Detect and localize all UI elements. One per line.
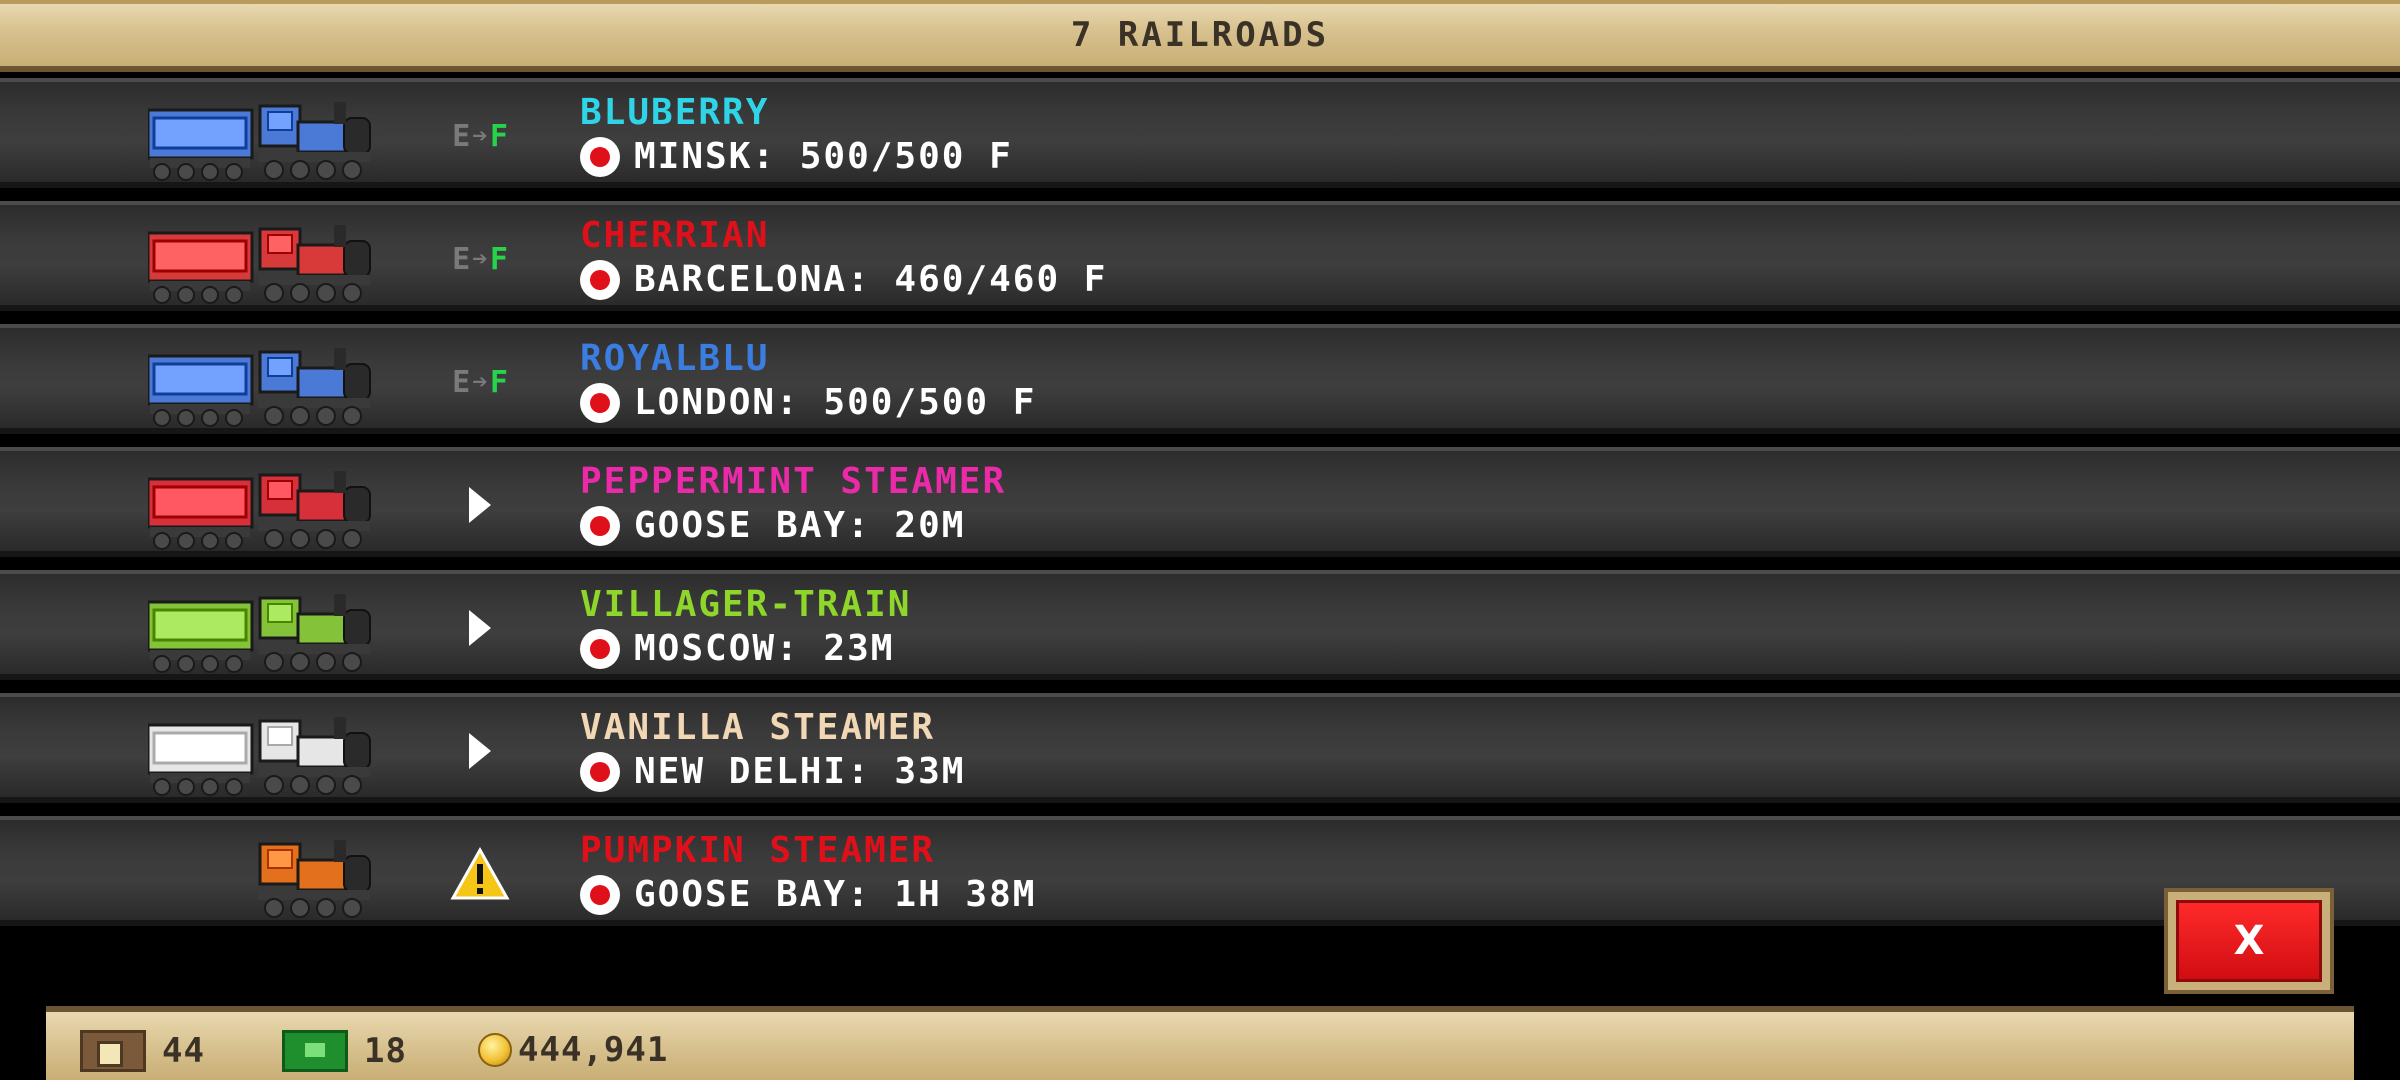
cash-count: 18 [364, 1031, 407, 1071]
destination-text: MINSK: 500/500 F [634, 136, 1013, 177]
train-destination: NEW DELHI: 33M [580, 751, 965, 792]
train-name: BLUBERRY [580, 92, 770, 133]
train-destination: GOOSE BAY: 20M [580, 505, 965, 546]
empty-to-full-icon: E ➔ F [452, 241, 508, 277]
destination-text: NEW DELHI: 33M [634, 751, 966, 792]
empty-to-full-icon: E ➔ F [452, 118, 508, 154]
destination-text: MOSCOW: 23M [634, 628, 895, 669]
train-name: CHERRIAN [580, 215, 770, 256]
coin-icon [478, 1033, 512, 1067]
page-title: 7 RAILROADS [1070, 15, 1330, 55]
train-sprite [146, 92, 373, 182]
train-destination: MOSCOW: 23M [580, 628, 894, 669]
location-pin-icon [580, 136, 620, 177]
train-sprite [146, 338, 373, 428]
train-sprite [146, 215, 373, 305]
title-bar: 7 RAILROADS [0, 0, 2400, 72]
location-pin-icon [580, 628, 620, 669]
train-row[interactable]: PUMPKIN STEAMER GOOSE BAY: 1H 38M [0, 816, 2400, 926]
train-name: VANILLA STEAMER [580, 707, 936, 748]
location-pin-icon [580, 382, 620, 423]
train-row[interactable]: PEPPERMINT STEAMER GOOSE BAY: 20M [0, 447, 2400, 557]
resource-bar: 44 18 444,941 [46, 1006, 2354, 1080]
train-destination: BARCELONA: 460/460 F [580, 259, 1107, 300]
destination-text: GOOSE BAY: 20M [634, 505, 966, 546]
train-sprite [146, 584, 373, 674]
destination-text: GOOSE BAY: 1H 38M [634, 874, 1037, 915]
train-name: VILLAGER-TRAIN [580, 584, 912, 625]
location-pin-icon [580, 505, 620, 546]
train-sprite [146, 707, 373, 797]
location-pin-icon [580, 259, 620, 300]
crate-count: 44 [162, 1031, 205, 1071]
destination-text: LONDON: 500/500 F [634, 382, 1037, 423]
play-icon[interactable] [440, 475, 520, 535]
close-button-face[interactable]: X [2176, 900, 2322, 982]
train-name: ROYALBLU [580, 338, 770, 379]
play-icon[interactable] [440, 721, 520, 781]
train-row[interactable]: E ➔ F BLUBERRY MINSK: 500/500 F [0, 78, 2400, 188]
train-row[interactable]: E ➔ F CHERRIAN BARCELONA: 460/460 F [0, 201, 2400, 311]
close-icon: X [2233, 918, 2265, 964]
train-sprite [148, 830, 373, 920]
train-row[interactable]: E ➔ F ROYALBLU LONDON: 500/500 F [0, 324, 2400, 434]
destination-text: BARCELONA: 460/460 F [634, 259, 1108, 300]
train-name: PUMPKIN STEAMER [580, 830, 936, 871]
location-pin-icon [580, 874, 620, 915]
empty-to-full-icon: E ➔ F [452, 364, 508, 400]
location-pin-icon [580, 751, 620, 792]
coin-count: 444,941 [518, 1030, 669, 1070]
crate-resource: 44 [80, 1030, 205, 1072]
train-destination: MINSK: 500/500 F [580, 136, 1013, 177]
close-button[interactable]: X [2164, 888, 2334, 994]
train-destination: LONDON: 500/500 F [580, 382, 1036, 423]
cash-resource: 18 [282, 1030, 407, 1072]
train-name: PEPPERMINT STEAMER [580, 461, 1007, 502]
crate-icon [80, 1030, 146, 1072]
cash-icon [282, 1030, 348, 1072]
coin-resource: 444,941 [478, 1030, 668, 1070]
warning-icon [440, 844, 520, 904]
train-destination: GOOSE BAY: 1H 38M [580, 874, 1036, 915]
play-icon[interactable] [440, 598, 520, 658]
train-sprite [146, 461, 373, 551]
train-row[interactable]: VANILLA STEAMER NEW DELHI: 33M [0, 693, 2400, 803]
train-row[interactable]: VILLAGER-TRAIN MOSCOW: 23M [0, 570, 2400, 680]
